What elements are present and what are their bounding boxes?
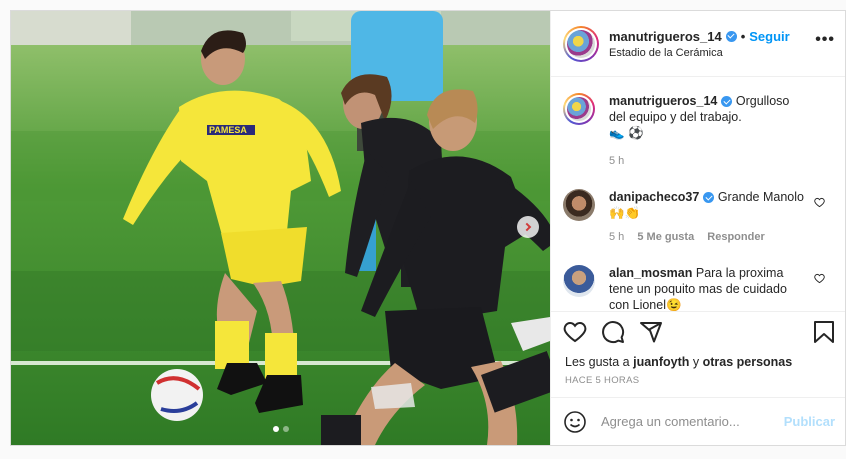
caption-username[interactable]: manutrigueros_14 <box>609 94 717 108</box>
post-header: manutrigueros_14 • Seguir Estadio de la … <box>551 11 845 77</box>
comment-username[interactable]: danipacheco37 <box>609 190 699 204</box>
post-location[interactable]: Estadio de la Cerámica <box>609 47 815 59</box>
comment-time[interactable]: 5 h <box>609 231 624 243</box>
send-icon[interactable] <box>639 320 663 344</box>
commenter-avatar[interactable] <box>563 189 595 221</box>
likes-summary: Les gusta a juanfoyth y otras personas <box>551 351 845 373</box>
carousel-dot-1[interactable] <box>273 426 279 432</box>
photo-scene: PAMESA <box>11 11 550 445</box>
jersey-sponsor-text: PAMESA <box>209 125 247 135</box>
heart-icon[interactable] <box>563 320 587 344</box>
separator-bullet: • <box>740 28 746 44</box>
more-horizontal-icon[interactable]: ••• <box>815 31 835 57</box>
commenter-avatar[interactable] <box>563 265 595 297</box>
comment-username[interactable]: alan_mosman <box>609 266 692 280</box>
comment-icon[interactable] <box>601 320 625 344</box>
smiley-icon[interactable] <box>563 410 587 434</box>
add-comment-bar: Agrega un comentario... Publicar <box>551 397 845 445</box>
post-photo[interactable]: PAMESA <box>11 11 550 445</box>
carousel-dot-2[interactable] <box>283 426 289 432</box>
instagram-post: PAMESA manutrigueros_14 • Seguir Estadio… <box>10 10 846 446</box>
verified-badge-icon <box>725 30 737 42</box>
likes-joiner: y <box>692 355 700 369</box>
comment-item: danipacheco37 Grande Manolo 🙌👏 5 h 5 Me … <box>563 189 835 245</box>
post-side-panel: manutrigueros_14 • Seguir Estadio de la … <box>550 11 845 445</box>
post-actions-bar <box>551 311 845 351</box>
author-username[interactable]: manutrigueros_14 <box>609 29 722 44</box>
reply-button[interactable]: Responder <box>707 231 764 243</box>
follow-button[interactable]: Seguir <box>749 29 789 44</box>
likes-user-link[interactable]: juanfoyth <box>633 355 689 369</box>
caption-time[interactable]: 5 h <box>609 155 624 167</box>
chevron-right-icon <box>522 222 532 232</box>
caption-emoji: 👟 ⚽ <box>609 126 644 140</box>
caption-avatar[interactable] <box>563 93 595 125</box>
publish-button[interactable]: Publicar <box>784 414 835 429</box>
likes-others-link[interactable]: otras personas <box>703 355 793 369</box>
comment-item: alan_mosman Para la proxima tene un poqu… <box>563 265 835 311</box>
bookmark-icon[interactable] <box>813 320 835 344</box>
caption-item: manutrigueros_14 Orgulloso del equipo y … <box>563 93 835 169</box>
comment-input[interactable]: Agrega un comentario... <box>601 414 784 429</box>
comment-heart-icon[interactable] <box>814 197 825 208</box>
post-timestamp[interactable]: HACE 5 HORAS <box>551 373 845 397</box>
comment-likes[interactable]: 5 Me gusta <box>637 231 694 243</box>
likes-prefix: Les gusta a <box>565 355 630 369</box>
comments-list: manutrigueros_14 Orgulloso del equipo y … <box>551 77 845 311</box>
carousel-next-button[interactable] <box>517 216 539 238</box>
verified-badge-icon <box>703 192 715 204</box>
author-avatar[interactable] <box>563 25 599 62</box>
verified-badge-icon <box>721 96 733 108</box>
carousel-dots <box>273 426 289 432</box>
comment-heart-icon[interactable] <box>814 273 825 284</box>
